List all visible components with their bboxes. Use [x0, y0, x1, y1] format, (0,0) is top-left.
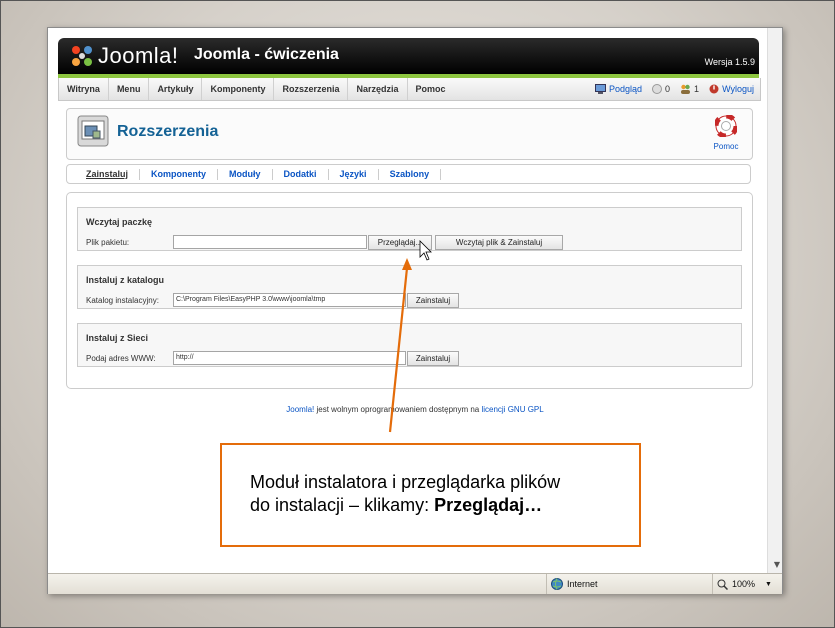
callout-bold: Przeglądaj… — [434, 495, 543, 515]
arrow-line — [388, 267, 409, 433]
mouse-cursor-icon — [419, 240, 432, 261]
callout-line1: Moduł instalatora i przeglądarka plików — [250, 472, 561, 492]
callout-box: Moduł instalatora i przeglądarka plików … — [220, 443, 641, 547]
callout-line2: do instalacji – klikamy: — [250, 495, 435, 515]
callout-text: Moduł instalatora i przeglądarka plików … — [250, 471, 630, 517]
arrow-head — [402, 258, 412, 270]
